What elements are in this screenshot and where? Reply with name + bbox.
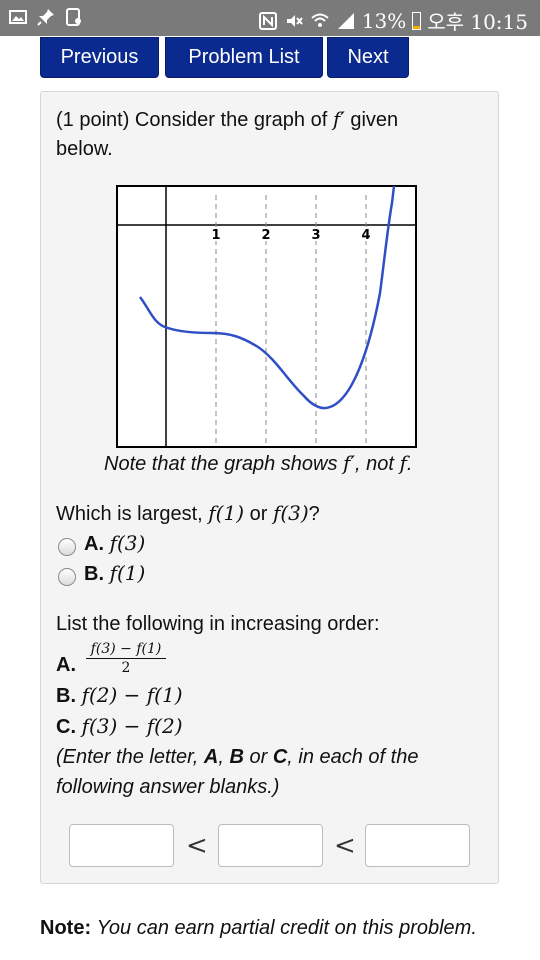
less-than-sign-1: < [186,831,208,861]
instructions-line2: following answer blanks.) [56,776,280,798]
tick-label-2: 2 [261,228,270,243]
fraction-denominator: 2 [121,660,131,676]
problem-prompt: (1 point) Consider the graph of f′ given [56,107,399,131]
derivative-graph: 1 2 3 4 [116,185,417,448]
instructions: (Enter the letter, A, B or C, in each of… [56,746,419,768]
tick-label-3: 3 [311,228,320,243]
pin-icon [37,9,54,26]
question-1-text: Which is largest, f(1) or f(3)? [56,501,320,525]
problem-prompt-line2: below. [56,138,113,160]
answer-blank-3[interactable] [365,824,470,867]
wifi-icon [311,13,329,27]
option-a-label[interactable]: A. f(3) [84,528,145,559]
tick-label-1: 1 [211,228,220,243]
next-button[interactable]: Next [327,37,409,78]
option-b-label[interactable]: B. f(1) [84,558,145,589]
mute-icon [286,14,303,27]
image-icon [9,10,27,24]
battery-icon [412,11,422,30]
status-bar: 13% 오후 10:15 [0,0,540,36]
item-b: B. f(2) − f(1) [56,683,183,707]
problem-list-button[interactable]: Problem List [165,37,323,78]
answer-blank-2[interactable] [218,824,323,867]
battery-percent: 13% [361,8,407,33]
item-a-letter: A. [56,654,76,676]
item-a-fraction: f(3) − f(1) 2 [84,640,168,677]
graph-note: Note that the graph shows f′, not f. [104,451,413,475]
signal-icon [337,12,354,29]
nfc-icon [258,11,277,30]
tick-label-4: 4 [361,228,370,243]
nfc-icon [66,8,81,26]
clock: 오후 10:15 [427,10,528,34]
radio-option-a[interactable] [58,538,76,556]
less-than-sign-2: < [334,831,356,861]
previous-button[interactable]: Previous [40,37,159,78]
radio-option-b[interactable] [58,568,76,586]
fraction-numerator: f(3) − f(1) [90,641,162,657]
item-c: C. f(3) − f(2) [56,714,183,738]
question-2-text: List the following in increasing order: [56,613,380,635]
partial-credit-note: Note: You can earn partial credit on thi… [40,917,477,939]
answer-blank-1[interactable] [69,824,174,867]
